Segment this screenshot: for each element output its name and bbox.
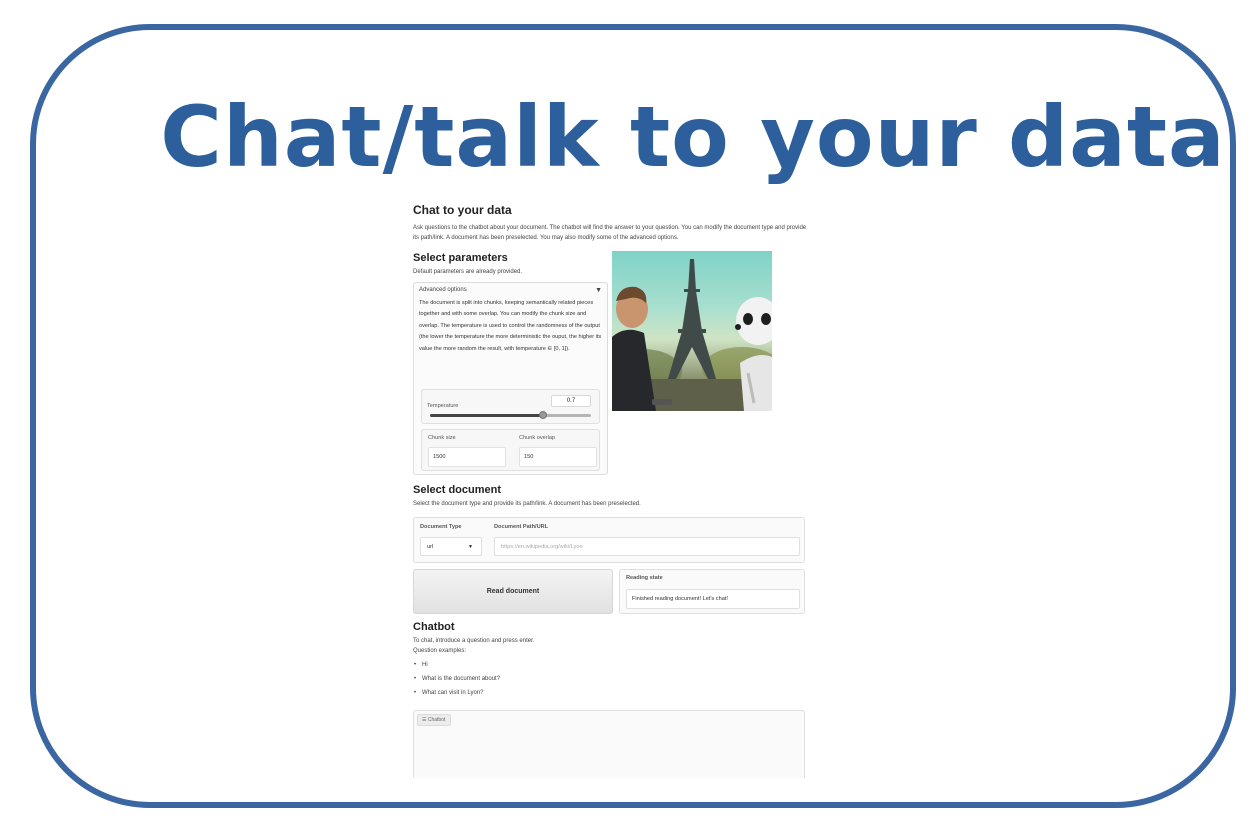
temperature-slider-handle[interactable] [538,411,547,419]
document-section: Select document Select the document type… [413,484,808,563]
chatbot-heading: Chatbot [413,621,455,633]
caret-down-icon: ▼ [595,287,602,294]
chatbot-instructions: To chat, introduce a question and press … [413,638,535,644]
advanced-options-description: The document is split into chunks, keepi… [419,300,602,352]
document-type-label: Document Type [420,524,462,530]
advanced-options-toggle[interactable]: Advanced options ▼ [419,287,602,294]
list-item: What can visit in Lyon? [413,686,808,700]
reading-state-value: Finished reading document! Let's chat! [626,589,800,609]
hero-image [612,251,772,411]
chevron-down-icon: ▼ [468,544,473,550]
chunk-size-input[interactable]: 1500 [428,447,506,467]
parameters-subtitle: Default parameters are already provided. [413,269,523,275]
chunk-size-label: Chunk size [428,435,456,441]
chatbot-section: Chatbot To chat, introduce a question an… [413,621,808,700]
examples-label: Question examples: [413,648,467,654]
reading-state-panel: Reading state Finished reading document!… [619,569,805,614]
app-header: Chat to your data Ask questions to the c… [413,203,808,243]
document-subtitle: Select the document type and provide its… [413,501,641,507]
hero-illustration [612,259,772,411]
chatbot-tag: ☰ Chatbot [417,714,452,726]
temperature-input[interactable]: 0.7 [551,395,591,407]
chat-icon: ☰ [422,717,427,723]
temperature-slider[interactable] [430,411,591,419]
document-path-label: Document Path/URL [494,524,549,530]
list-item: What is the document about? [413,672,808,686]
document-type-select[interactable]: url ▼ [420,537,482,556]
temperature-label: Temperature [427,403,459,409]
chunk-settings: Chunk size Chunk overlap 1500 150 [421,429,600,471]
temperature-control: Temperature 0.7 [421,389,600,424]
read-document-button[interactable]: Read document [413,569,613,614]
chatbot-tag-label: Chatbot [427,717,446,723]
chunk-overlap-input[interactable]: 150 [519,447,597,467]
examples-list: Hi What is the document about? What can … [413,658,808,700]
parameters-heading: Select parameters [413,252,508,264]
app-screenshot: Chat to your data Ask questions to the c… [410,198,810,778]
document-type-value: url [427,544,434,550]
advanced-options-label: Advanced options [419,287,467,293]
app-intro: Ask questions to the chatbot about your … [413,225,807,241]
document-path-input[interactable]: https://en.wikipedia.org/wiki/Lyon [494,537,800,556]
advanced-options-panel: Advanced options ▼ The document is split… [413,282,608,475]
chatbot-window[interactable]: ☰ Chatbot [413,710,805,778]
reading-state-label: Reading state [626,575,663,581]
document-heading: Select document [413,484,502,496]
temperature-slider-fill [430,414,543,417]
app-title: Chat to your data [413,203,512,217]
list-item: Hi [413,658,808,672]
parameters-section: Select parameters Default parameters are… [413,252,608,475]
document-form: Document Type Document Path/URL url ▼ ht… [413,517,805,563]
slide-title: Chat/talk to your data [160,88,1226,186]
eiffel-tower [668,259,716,379]
chunk-overlap-label: Chunk overlap [519,435,556,441]
